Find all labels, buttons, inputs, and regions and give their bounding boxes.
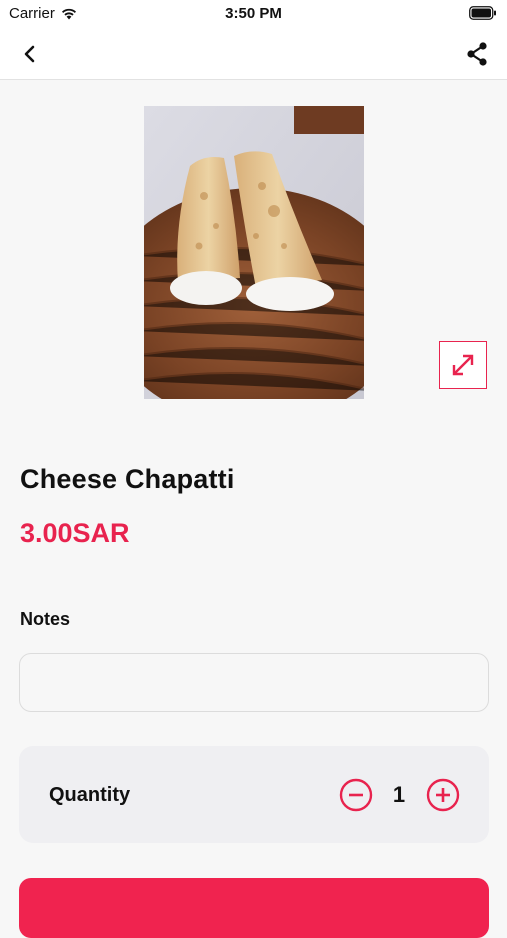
status-bar: Carrier 3:50 PM [0, 0, 507, 28]
battery-icon [469, 6, 496, 20]
expand-icon [452, 354, 474, 376]
plus-circle-icon [426, 778, 460, 812]
notes-input[interactable] [19, 653, 489, 712]
notes-label: Notes [20, 609, 71, 629]
quantity-label: Quantity [49, 784, 131, 806]
nav-bar [0, 28, 507, 80]
chevron-left-icon [24, 45, 35, 63]
status-time: 3:50 PM [225, 5, 282, 22]
product-price: 3.00SAR [20, 518, 130, 548]
chapatti-photo [144, 106, 364, 399]
quantity-card: Quantity 1 [19, 746, 489, 843]
quantity-value: 1 [392, 782, 406, 807]
share-button[interactable] [461, 38, 493, 70]
product-image[interactable] [144, 106, 364, 399]
expand-image-button[interactable] [439, 341, 487, 389]
increase-quantity-button[interactable] [426, 778, 460, 812]
decrease-quantity-button[interactable] [339, 778, 373, 812]
share-icon [467, 42, 487, 66]
add-to-cart-button[interactable] [19, 878, 489, 938]
product-name: Cheese Chapatti [20, 464, 235, 494]
back-button[interactable] [14, 38, 46, 70]
minus-circle-icon [339, 778, 373, 812]
